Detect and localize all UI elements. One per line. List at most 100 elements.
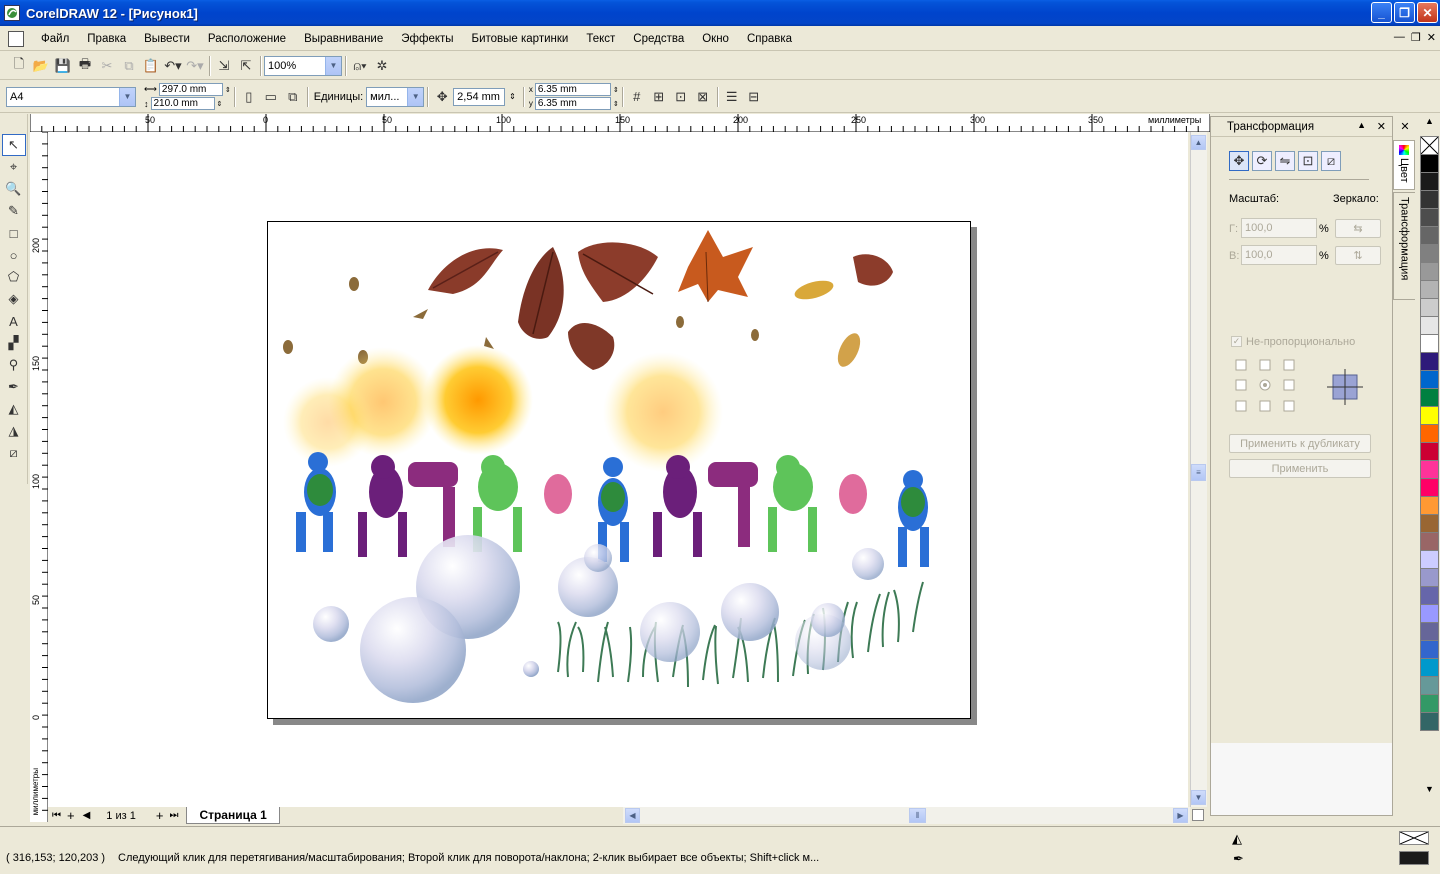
tab-transformation[interactable]: Трансформация [1393,192,1415,300]
menu-text[interactable]: Текст [577,33,624,45]
undo-icon[interactable]: ↶▾ [162,55,184,77]
scale-mirror-icon[interactable]: ⇋ [1275,151,1295,171]
mdi-minimize-icon[interactable]: — [1394,31,1405,44]
chevron-down-icon[interactable]: ▼ [407,87,424,106]
first-page-icon[interactable]: ⏮ [52,810,61,821]
freehand-tool-icon[interactable]: ✎ [2,200,26,222]
docker-close-icon[interactable]: ✕ [1394,116,1416,136]
outline-pen-icon[interactable]: ✒ [1233,851,1244,867]
menu-file[interactable]: Файл [32,33,78,45]
mirror-vertical-button[interactable]: ⇅ [1335,246,1381,265]
color-swatch[interactable] [1420,586,1439,605]
spin-icon[interactable]: ⇕ [225,86,231,94]
clipart-illustration[interactable] [268,222,971,719]
color-swatch[interactable] [1420,694,1439,713]
snap-guides-icon[interactable]: ⊞ [648,86,670,108]
export-icon[interactable]: ⇱ [235,55,257,77]
nudge-field[interactable]: 2,54 mm [453,87,506,106]
save-icon[interactable]: 💾 [52,55,74,77]
corel-online-icon[interactable]: ✲ [371,55,393,77]
scroll-thumb[interactable]: ≡ [1191,464,1206,481]
spin-icon[interactable]: ⇕ [509,92,516,101]
color-swatch[interactable] [1420,388,1439,407]
paper-type-combo[interactable]: A4 ▼ [6,86,136,107]
color-swatch[interactable] [1420,514,1439,533]
color-swatch[interactable] [1420,496,1439,515]
color-swatch[interactable] [1420,352,1439,371]
oak-leaf[interactable] [853,254,893,286]
options-icon[interactable]: ☰ [721,86,743,108]
docker-collapse-icon[interactable]: ▲ [1357,120,1366,130]
chevron-down-icon[interactable]: ▼ [119,87,135,106]
duplicate-y-field[interactable]: 6.35 mm [534,97,611,110]
rectangle-tool-icon[interactable]: □ [2,222,26,244]
menu-layout[interactable]: Расположение [199,33,295,45]
oak-leaf[interactable] [428,248,503,294]
horizontal-scale-field[interactable]: 100,0 [1241,218,1317,238]
menu-edit[interactable]: Правка [78,33,135,45]
anchor-grid[interactable] [1235,359,1297,413]
treat-as-filled-icon[interactable]: ⊟ [743,86,765,108]
last-page-icon[interactable]: ⏭ [169,810,178,821]
no-color-swatch[interactable] [1420,136,1439,155]
chevron-down-icon[interactable]: ▼ [325,56,341,75]
yellow-leaf[interactable] [793,277,836,303]
scroll-down-icon[interactable]: ▼ [1191,790,1206,805]
open-icon[interactable]: 📂 [30,55,52,77]
paste-icon[interactable]: 📋 [140,55,162,77]
apply-button[interactable]: Применить [1229,459,1371,478]
shape-tool-icon[interactable]: ⌖ [2,156,26,178]
zoom-tool-icon[interactable]: 🔍 [2,178,26,200]
size-icon[interactable]: ⊡ [1298,151,1318,171]
tab-color[interactable]: Цвет [1393,140,1415,190]
view-manager-icon[interactable] [1192,809,1204,821]
fill-color-indicator[interactable] [1399,831,1429,845]
new-icon[interactable]: 🗋 [8,55,30,77]
color-swatch[interactable] [1420,532,1439,551]
color-swatch[interactable] [1420,676,1439,695]
color-swatch[interactable] [1420,442,1439,461]
copy-icon[interactable]: ⧉ [118,55,140,77]
vertical-scale-field[interactable]: 100,0 [1241,245,1317,265]
page-layout-icon[interactable]: ⧉ [282,86,304,108]
horizontal-scrollbar[interactable]: ◀ ⦀ ▶ [623,807,1190,824]
interactive-fill-tool-icon[interactable]: ◮ [2,420,26,442]
eyedropper-tool-icon[interactable]: ⚲ [2,354,26,376]
yellow-leaf[interactable] [833,330,865,370]
position-icon[interactable]: ✥ [1229,151,1249,171]
fireworks[interactable] [283,345,723,472]
color-swatch[interactable] [1420,280,1439,299]
grid-icon[interactable]: # [626,86,648,108]
redo-icon[interactable]: ↷▾ [184,55,206,77]
nonproportional-checkbox[interactable]: ✓ [1231,336,1242,347]
color-swatch[interactable] [1420,568,1439,587]
portrait-icon[interactable]: ▯ [238,86,260,108]
tab-page-1[interactable]: Страница 1 [186,807,280,824]
import-icon[interactable]: ⇲ [213,55,235,77]
rotate-icon[interactable]: ⟳ [1252,151,1272,171]
outline-tool-icon[interactable]: ✒ [2,376,26,398]
docker-close-icon[interactable]: ✕ [1377,120,1386,133]
scroll-left-icon[interactable]: ◀ [625,808,640,823]
menu-effects[interactable]: Эффекты [392,33,462,45]
menu-help[interactable]: Справка [738,33,801,45]
color-swatch[interactable] [1420,712,1439,731]
color-swatch[interactable] [1420,550,1439,569]
menu-arrange[interactable]: Выравнивание [295,33,392,45]
mirror-horizontal-button[interactable]: ⇆ [1335,219,1381,238]
color-swatch[interactable] [1420,622,1439,641]
vertical-scrollbar[interactable]: ▲ ≡ ▼ [1190,132,1207,807]
interactive-mesh-tool-icon[interactable]: ⧄ [2,442,26,464]
menu-view[interactable]: Вывести [135,33,199,45]
add-page-after-icon[interactable]: + [156,808,164,823]
app-launcher-icon[interactable]: ⍝▾ [349,55,371,77]
mdi-restore-icon[interactable]: ❐ [1411,31,1421,44]
color-swatch[interactable] [1420,190,1439,209]
apply-to-duplicate-button[interactable]: Применить к дубликату [1229,434,1371,453]
oak-leaf[interactable] [568,322,615,370]
color-swatch[interactable] [1420,262,1439,281]
dancing-figures[interactable] [296,452,929,567]
paper-width-field[interactable]: 297.0 mm [158,83,223,96]
skew-icon[interactable]: ⧄ [1321,151,1341,171]
spin-icon[interactable]: ⇕ [217,100,223,108]
